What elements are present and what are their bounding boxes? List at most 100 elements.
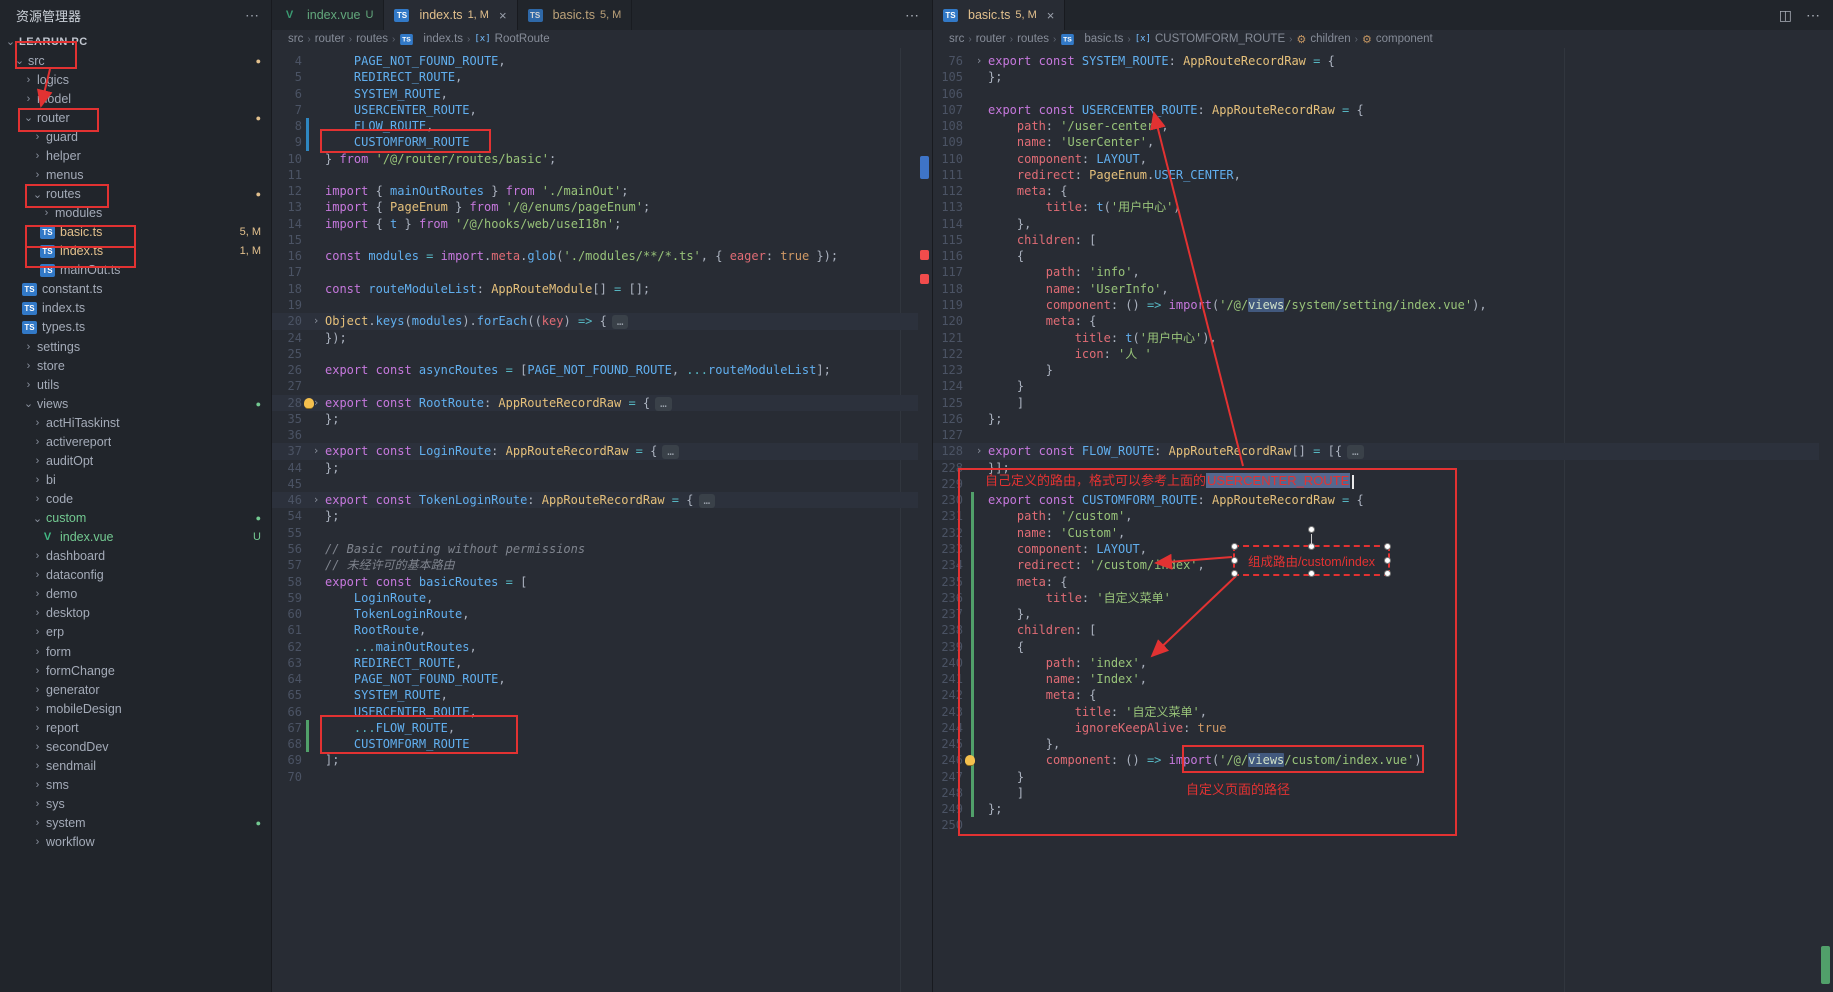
code-line-239[interactable]: 239 { (933, 639, 1819, 655)
code-line-8[interactable]: 8 FLOW_ROUTE, (272, 118, 918, 134)
code-line-242[interactable]: 242 meta: { (933, 687, 1819, 703)
explorer-item-sms[interactable]: ›sms (0, 775, 271, 794)
breadcrumb-item-router[interactable]: router (976, 33, 1006, 45)
breadcrumb-item-src[interactable]: src (949, 33, 964, 45)
chevron-right-icon[interactable]: › (40, 207, 53, 219)
explorer-item-settings[interactable]: ›settings (0, 337, 271, 356)
code-line-5[interactable]: 5 REDIRECT_ROUTE, (272, 69, 918, 85)
fold-chevron-icon[interactable]: › (310, 313, 322, 329)
code-line-59[interactable]: 59 LoginRoute, (272, 590, 918, 606)
code-line-62[interactable]: 62 ...mainOutRoutes, (272, 639, 918, 655)
explorer-item-routes[interactable]: ⌄routes● (0, 185, 271, 204)
chevron-right-icon[interactable]: › (31, 169, 44, 181)
code-line-105[interactable]: 105}; (933, 69, 1819, 85)
code-line-27[interactable]: 27 (272, 378, 918, 394)
chevron-right-icon[interactable]: › (31, 817, 44, 829)
chevron-down-icon[interactable]: ⌄ (31, 188, 44, 201)
code-line-230[interactable]: 230export const CUSTOMFORM_ROUTE: AppRou… (933, 492, 1819, 508)
code-line-245[interactable]: 245 }, (933, 736, 1819, 752)
explorer-item-seconddev[interactable]: ›secondDev (0, 737, 271, 756)
code-line-36[interactable]: 36 (272, 427, 918, 443)
chevron-right-icon[interactable]: › (31, 550, 44, 562)
explorer-item-index-ts[interactable]: TSindex.ts (0, 299, 271, 318)
breadcrumb-item-router[interactable]: router (315, 33, 345, 45)
chevron-right-icon[interactable]: › (31, 588, 44, 600)
code-line-4[interactable]: 4 PAGE_NOT_FOUND_ROUTE, (272, 53, 918, 69)
code-editor-basic-ts[interactable]: 76›export const SYSTEM_ROUTE: AppRouteRe… (933, 48, 1833, 992)
code-line-19[interactable]: 19 (272, 297, 918, 313)
explorer-item-model[interactable]: ›model (0, 89, 271, 108)
code-line-244[interactable]: 244 ignoreKeepAlive: true (933, 720, 1819, 736)
code-line-112[interactable]: 112 meta: { (933, 183, 1819, 199)
explorer-item-modules[interactable]: ›modules (0, 204, 271, 223)
chevron-right-icon[interactable]: › (31, 569, 44, 581)
explorer-item-generator[interactable]: ›generator (0, 680, 271, 699)
code-line-122[interactable]: 122 icon: '人 ' (933, 346, 1819, 362)
code-line-45[interactable]: 45 (272, 476, 918, 492)
code-line-237[interactable]: 237 }, (933, 606, 1819, 622)
breadcrumb-item-src[interactable]: src (288, 33, 303, 45)
code-line-234[interactable]: 234 redirect: '/custom/index', (933, 557, 1819, 573)
code-line-236[interactable]: 236 title: '自定义菜单' (933, 590, 1819, 606)
chevron-right-icon[interactable]: › (31, 626, 44, 638)
breadcrumb-item-component[interactable]: ⚙component (1362, 33, 1433, 46)
code-line-240[interactable]: 240 path: 'index', (933, 655, 1819, 671)
explorer-item-mobiledesign[interactable]: ›mobileDesign (0, 699, 271, 718)
code-line-246[interactable]: 246 component: () => import('/@/views/cu… (933, 752, 1819, 768)
code-line-12[interactable]: 12import { mainOutRoutes } from './mainO… (272, 183, 918, 199)
explorer-item-acthitaskinst[interactable]: ›actHiTaskinst (0, 413, 271, 432)
fold-chevron-icon[interactable]: › (973, 443, 985, 459)
breadcrumb-item-customform-route[interactable]: [x]CUSTOMFORM_ROUTE (1135, 33, 1285, 45)
lightbulb-icon[interactable] (304, 398, 314, 408)
chevron-down-icon[interactable]: ⌄ (22, 111, 35, 124)
lightbulb-icon[interactable] (965, 755, 975, 765)
code-line-238[interactable]: 238 children: [ (933, 622, 1819, 638)
breadcrumb-item-routes[interactable]: routes (1017, 33, 1049, 45)
code-line-14[interactable]: 14import { t } from '/@/hooks/web/useI18… (272, 216, 918, 232)
code-line-24[interactable]: 24}); (272, 330, 918, 346)
code-line-109[interactable]: 109 name: 'UserCenter', (933, 134, 1819, 150)
overview-ruler-right[interactable] (1819, 48, 1833, 992)
explorer-item-system[interactable]: ›system● (0, 814, 271, 833)
code-line-228[interactable]: 228}]; (933, 460, 1819, 476)
chevron-right-icon[interactable]: › (31, 436, 44, 448)
code-line-15[interactable]: 15 (272, 232, 918, 248)
explorer-item-workflow[interactable]: ›workflow (0, 833, 271, 852)
close-tab-icon[interactable]: × (499, 8, 507, 23)
chevron-right-icon[interactable]: › (22, 93, 35, 105)
code-line-68[interactable]: 68 CUSTOMFORM_ROUTE (272, 736, 918, 752)
explorer-more-actions-icon[interactable]: ⋯ (245, 7, 259, 24)
breadcrumb-item-basic-ts[interactable]: TSbasic.ts (1060, 33, 1123, 46)
code-line-232[interactable]: 232 name: 'Custom', (933, 525, 1819, 541)
explorer-item-views[interactable]: ⌄views● (0, 394, 271, 413)
chevron-right-icon[interactable]: › (31, 607, 44, 619)
code-line-126[interactable]: 126}; (933, 411, 1819, 427)
code-line-231[interactable]: 231 path: '/custom', (933, 508, 1819, 524)
code-line-46[interactable]: 46›export const TokenLoginRoute: AppRout… (272, 492, 918, 508)
chevron-right-icon[interactable]: › (31, 741, 44, 753)
code-line-13[interactable]: 13import { PageEnum } from '/@/enums/pag… (272, 199, 918, 215)
fold-chevron-icon[interactable]: › (310, 443, 322, 459)
explorer-item-erp[interactable]: ›erp (0, 623, 271, 642)
chevron-right-icon[interactable]: › (31, 131, 44, 143)
explorer-item-report[interactable]: ›report (0, 718, 271, 737)
code-line-120[interactable]: 120 meta: { (933, 313, 1819, 329)
explorer-item-sendmail[interactable]: ›sendmail (0, 756, 271, 775)
chevron-right-icon[interactable]: › (22, 74, 35, 86)
code-line-17[interactable]: 17 (272, 264, 918, 280)
chevron-right-icon[interactable]: › (22, 360, 35, 372)
code-line-76[interactable]: 76›export const SYSTEM_ROUTE: AppRouteRe… (933, 53, 1819, 69)
chevron-right-icon[interactable]: › (31, 760, 44, 772)
chevron-right-icon[interactable]: › (22, 341, 35, 353)
explorer-item-types-ts[interactable]: TStypes.ts (0, 318, 271, 337)
code-line-28[interactable]: 28›export const RootRoute: AppRouteRecor… (272, 395, 918, 411)
tab-index-vue[interactable]: Vindex.vueU (272, 0, 384, 30)
explorer-item-logics[interactable]: ›logics (0, 70, 271, 89)
code-line-11[interactable]: 11 (272, 167, 918, 183)
code-line-108[interactable]: 108 path: '/user-center', (933, 118, 1819, 134)
breadcrumb-item-children[interactable]: ⚙children (1296, 33, 1350, 46)
chevron-right-icon[interactable]: › (31, 665, 44, 677)
tab-index-ts[interactable]: TSindex.ts1, M× (384, 0, 517, 30)
code-line-241[interactable]: 241 name: 'Index', (933, 671, 1819, 687)
explorer-item-utils[interactable]: ›utils (0, 375, 271, 394)
